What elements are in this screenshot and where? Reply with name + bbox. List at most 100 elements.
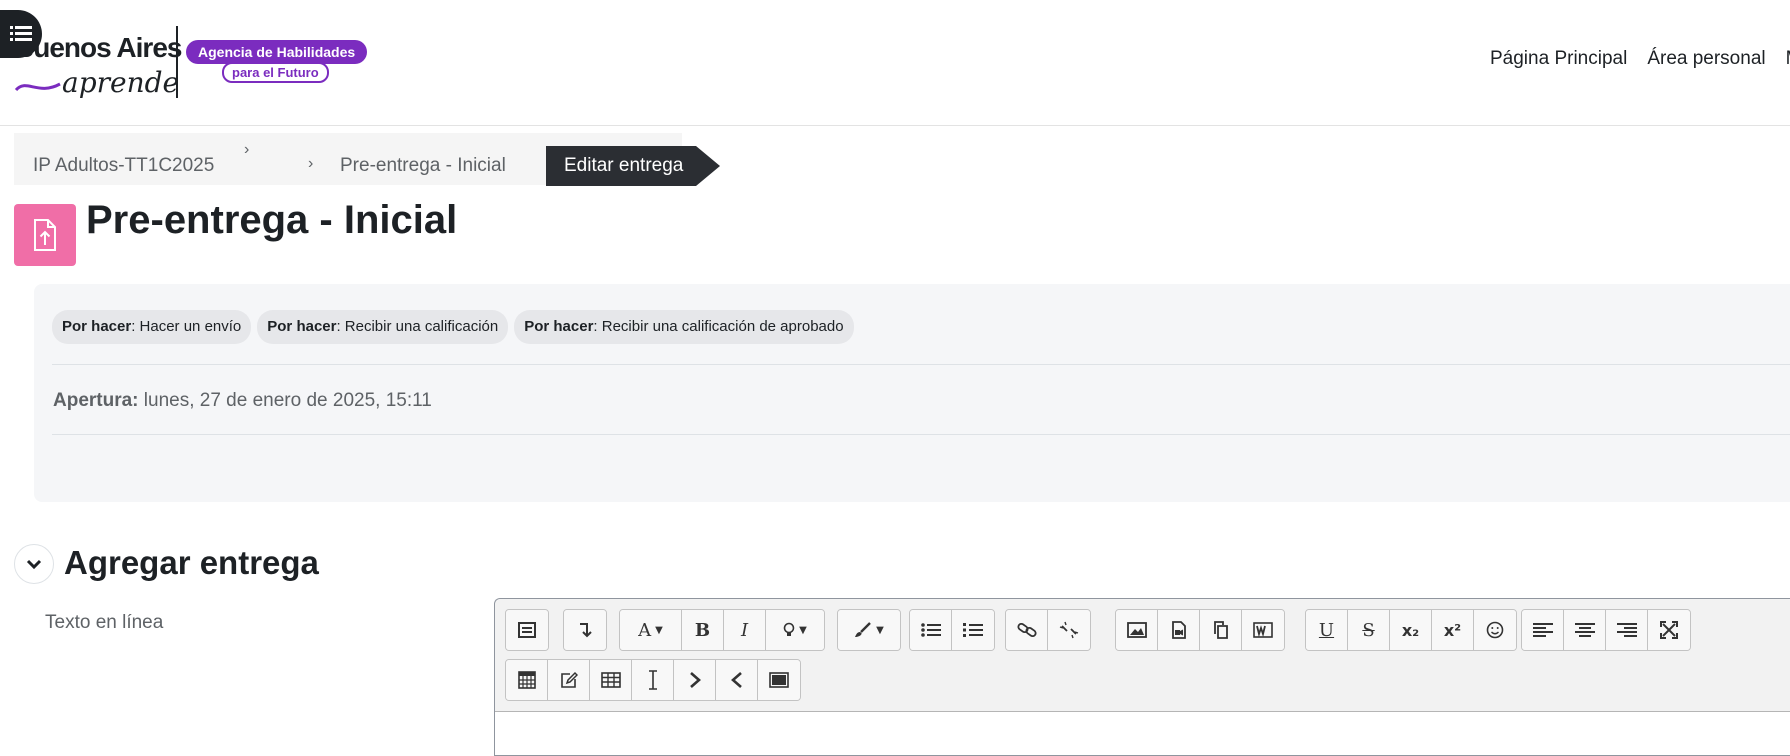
edit-button[interactable]	[548, 660, 590, 700]
edit-note-icon	[560, 671, 578, 688]
word-paste-icon	[1253, 622, 1273, 638]
section-title: Agregar entrega	[64, 544, 319, 581]
italic-icon: I	[740, 619, 749, 641]
toolbar-group	[563, 609, 607, 651]
lightbulb-icon	[783, 622, 795, 636]
link-button[interactable]	[1006, 610, 1048, 650]
numbered-list-icon	[963, 623, 983, 637]
insert-image-button[interactable]	[1116, 610, 1158, 650]
breadcrumb: IP Adultos-TT1C2025 › › Pre-entrega - In…	[14, 133, 720, 186]
indent-icon	[689, 672, 701, 688]
bold-button[interactable]: B	[682, 610, 724, 650]
subscript-button[interactable]: x₂	[1390, 610, 1432, 650]
italic-button[interactable]: I	[724, 610, 766, 650]
toolbar-group	[1005, 609, 1091, 651]
site-logo[interactable]: Buenos Aires aprende Agencia de Habilida…	[0, 22, 370, 102]
insert-media-button[interactable]	[1158, 610, 1200, 650]
opening-date: Apertura: lunes, 27 de enero de 2025, 15…	[53, 390, 432, 411]
underline-button[interactable]: U	[1306, 610, 1348, 650]
emoticon-icon	[1486, 621, 1504, 639]
styles-button[interactable]: ▼	[766, 610, 824, 650]
table-icon	[600, 672, 621, 688]
assignment-upload-icon	[14, 204, 76, 266]
breadcrumb-current: Editar entrega	[546, 146, 720, 186]
fullscreen-button[interactable]	[1648, 610, 1690, 650]
logo-swoosh-icon	[14, 82, 61, 92]
align-left-icon	[1532, 623, 1553, 637]
outdent-icon	[730, 672, 742, 688]
brush-icon	[855, 622, 871, 637]
toolbar-group	[1521, 609, 1691, 651]
completion-badge: Por hacer: Hacer un envío	[52, 310, 252, 344]
editor-toolbar: A ▼ B I ▼ ▼ U S x₂ x²	[495, 599, 1790, 712]
toolbar-group	[505, 609, 549, 651]
completion-badge: Por hacer: Recibir una calificación de a…	[514, 310, 854, 344]
logo-aprende: aprende	[62, 66, 180, 99]
arrow-down-icon	[580, 623, 592, 638]
insert-after-button[interactable]	[564, 610, 606, 650]
completion-badges: Por hacer: Hacer un envío Por hacer: Rec…	[52, 310, 854, 344]
breadcrumb-separator: ›	[244, 141, 250, 158]
bullet-list-icon	[920, 623, 941, 637]
screen-reader-button[interactable]	[758, 660, 800, 700]
toolbar-group	[909, 609, 995, 651]
online-text-label: Texto en línea	[45, 612, 164, 633]
toggle-toolbar-button[interactable]	[506, 610, 548, 650]
numbered-list-button[interactable]	[952, 610, 994, 650]
activity-information: Por hacer: Hacer un envío Por hacer: Rec…	[34, 284, 1790, 502]
manage-files-button[interactable]	[1200, 610, 1242, 650]
logo-divider	[176, 26, 178, 98]
toolbar-group: A ▼ B I ▼	[619, 609, 825, 651]
top-navigation: Página Principal Área personal M	[1490, 48, 1790, 70]
emoticon-button[interactable]	[1474, 610, 1516, 650]
indent-button[interactable]	[674, 660, 716, 700]
toolbar-group	[1115, 609, 1285, 651]
font-color-button[interactable]: ▼	[838, 610, 900, 650]
fullscreen-icon	[1660, 621, 1678, 639]
toolbar-group: ▼	[837, 609, 901, 651]
breadcrumb-assignment[interactable]: Pre-entrega - Inicial	[340, 133, 506, 185]
bold-icon: B	[694, 619, 711, 641]
agency-pill: Agencia de Habilidades	[186, 40, 368, 64]
font-button[interactable]: A ▼	[620, 610, 682, 650]
outdent-button[interactable]	[716, 660, 758, 700]
list-icon	[10, 26, 32, 41]
subscript-icon: x₂	[1401, 620, 1420, 640]
table-button[interactable]	[590, 660, 632, 700]
paste-word-button[interactable]	[1242, 610, 1284, 650]
page-title: Pre-entrega - Inicial	[86, 198, 458, 242]
collapse-section-button[interactable]	[14, 544, 54, 584]
strikethrough-button[interactable]: S	[1348, 610, 1390, 650]
superscript-icon: x²	[1443, 620, 1462, 640]
nav-dashboard[interactable]: Área personal	[1647, 48, 1765, 70]
navbar: Buenos Aires aprende Agencia de Habilida…	[0, 0, 1790, 126]
nav-more[interactable]: M	[1786, 48, 1790, 70]
image-icon	[1126, 622, 1147, 638]
divider	[52, 434, 1790, 435]
clear-formatting-button[interactable]	[632, 660, 674, 700]
unlink-icon	[1059, 621, 1079, 639]
toolbar-group: U S x₂ x²	[1305, 609, 1517, 651]
toolbar-group	[505, 659, 801, 701]
equation-button[interactable]	[506, 660, 548, 700]
breadcrumb-course[interactable]: IP Adultos-TT1C2025	[33, 133, 214, 185]
align-center-button[interactable]	[1564, 610, 1606, 650]
toggle-toolbar-icon	[518, 622, 536, 638]
divider	[52, 364, 1790, 365]
align-left-button[interactable]	[1522, 610, 1564, 650]
underline-icon: U	[1318, 619, 1335, 641]
link-icon	[1016, 622, 1037, 638]
font-icon: A	[638, 619, 652, 641]
unlink-button[interactable]	[1048, 610, 1090, 650]
superscript-button[interactable]: x²	[1432, 610, 1474, 650]
text-editor[interactable]: A ▼ B I ▼ ▼ U S x₂ x²	[494, 598, 1790, 756]
caret-down-icon: ▼	[876, 624, 884, 636]
caret-down-icon: ▼	[655, 624, 663, 636]
bullet-list-button[interactable]	[910, 610, 952, 650]
strikethrough-icon: S	[1362, 619, 1375, 641]
align-right-button[interactable]	[1606, 610, 1648, 650]
caret-down-icon: ▼	[799, 624, 807, 636]
nav-home[interactable]: Página Principal	[1490, 48, 1627, 70]
future-pill: para el Futuro	[222, 62, 329, 83]
copy-paste-icon	[1213, 621, 1228, 639]
